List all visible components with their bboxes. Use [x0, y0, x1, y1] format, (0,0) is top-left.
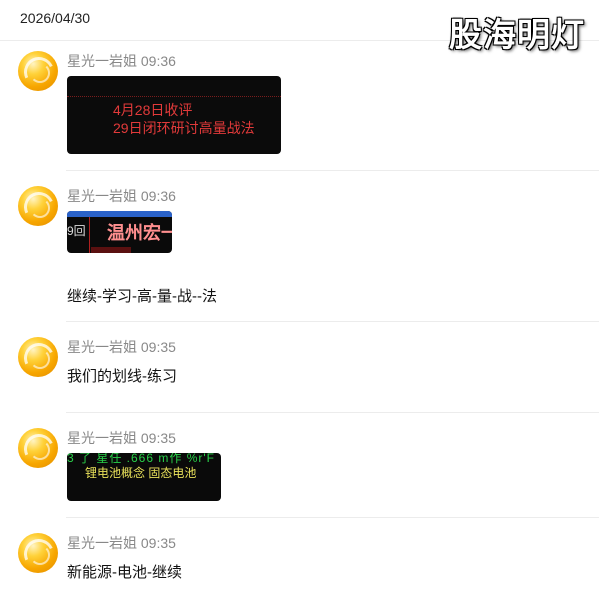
message-image[interactable]: 3 了 星任 .666 m作 %r'F 锂电池概念 固态电池 [67, 453, 221, 501]
message-image[interactable]: 9回 温州宏一 [67, 211, 172, 253]
sender-name: 星光一岩姐 [67, 535, 137, 551]
message-time: 09:35 [140, 535, 176, 551]
message-image[interactable]: 4月28日收评 29日闭环研讨高量战法 [67, 76, 281, 154]
message-time: 09:35 [140, 339, 176, 355]
message-meta: 星光一岩姐 09:36 [67, 186, 176, 206]
message-meta: 星光一岩姐 09:36 [67, 51, 176, 71]
avatar[interactable] [18, 428, 58, 468]
message-text[interactable]: 我们的划线-练习 [67, 365, 177, 386]
image-text: 9回 [67, 224, 86, 238]
avatar[interactable] [18, 51, 58, 91]
message-divider [66, 321, 599, 322]
chat-page: 2026/04/30 股海明灯 星光一岩姐 09:36 4月28日收评 29日闭… [0, 0, 599, 594]
sender-name: 星光一岩姐 [67, 430, 137, 446]
message-text[interactable]: 继续-学习-高-量-战--法 [67, 285, 217, 306]
avatar[interactable] [18, 533, 58, 573]
message-meta: 星光一岩姐 09:35 [67, 533, 176, 553]
message-meta: 星光一岩姐 09:35 [67, 337, 176, 357]
message-time: 09:36 [140, 188, 176, 204]
image-title: 温州宏一 [107, 223, 172, 243]
message-divider [66, 412, 599, 413]
chat-header: 2026/04/30 股海明灯 [0, 0, 599, 53]
sender-name: 星光一岩姐 [67, 53, 137, 69]
image-text-line: 4月28日收评 [113, 102, 193, 118]
message-time: 09:35 [140, 430, 176, 446]
message-text[interactable]: 新能源-电池-继续 [67, 561, 182, 582]
image-text-row: 锂电池概念 固态电池 [85, 466, 197, 480]
sender-name: 星光一岩姐 [67, 339, 137, 355]
message-divider [66, 170, 599, 171]
date-label: 2026/04/30 [20, 10, 91, 26]
message-divider [66, 517, 599, 518]
message-time: 09:36 [140, 53, 176, 69]
avatar[interactable] [18, 337, 58, 377]
watermark-logo: 股海明灯 [449, 16, 585, 53]
image-text-line: 29日闭环研讨高量战法 [113, 120, 255, 136]
message-meta: 星光一岩姐 09:35 [67, 428, 176, 448]
sender-name: 星光一岩姐 [67, 188, 137, 204]
avatar[interactable] [18, 186, 58, 226]
